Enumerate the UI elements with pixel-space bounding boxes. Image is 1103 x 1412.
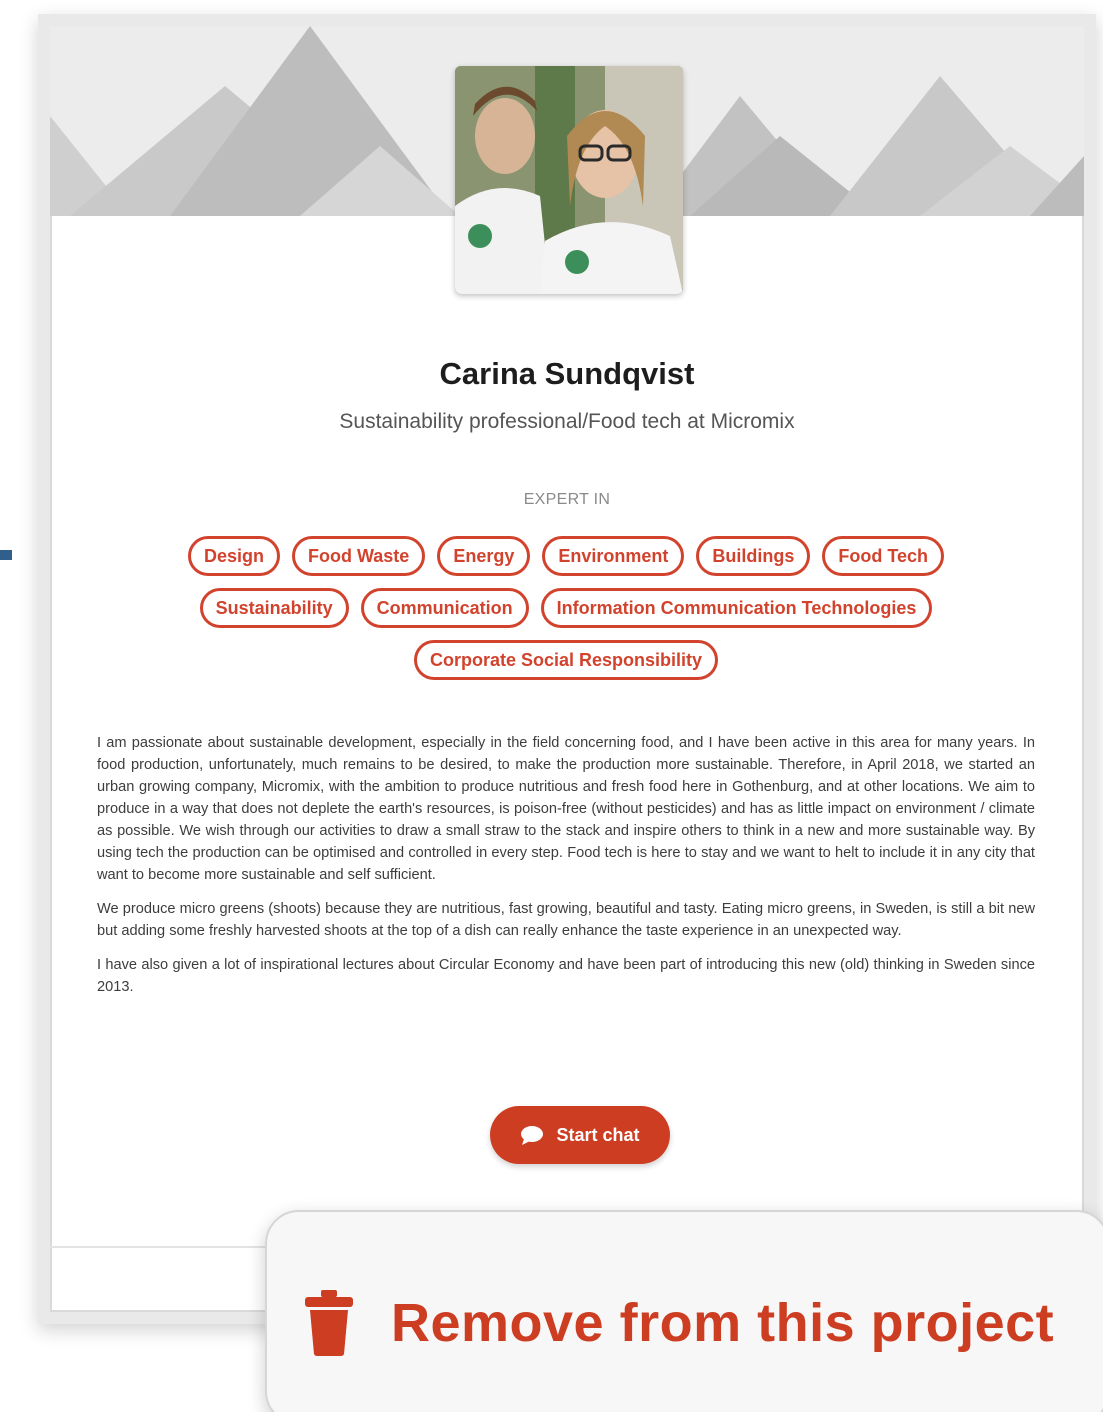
tag-csr[interactable]: Corporate Social Responsibility xyxy=(413,640,719,680)
trash-icon xyxy=(305,1290,353,1356)
tag-energy[interactable]: Energy xyxy=(437,536,531,576)
remove-from-project-label: Remove from this project xyxy=(391,1293,1055,1353)
side-accent xyxy=(0,550,12,560)
bio-paragraph: I am passionate about sustainable develo… xyxy=(97,735,1035,883)
bio-paragraph: We produce micro greens (shoots) because… xyxy=(97,901,1035,939)
tag-food-waste[interactable]: Food Waste xyxy=(291,536,426,576)
tag-food-tech[interactable]: Food Tech xyxy=(822,536,945,576)
tag-buildings[interactable]: Buildings xyxy=(696,536,811,576)
tag-communication[interactable]: Communication xyxy=(360,588,529,628)
profile-headline: Sustainability professional/Food tech at… xyxy=(339,410,795,433)
profile-bio: I am passionate about sustainable develo… xyxy=(97,732,1035,1010)
screenshot-stage: Carina Sundqvist Sustainability professi… xyxy=(0,0,1103,1412)
tag-environment[interactable]: Environment xyxy=(542,536,685,576)
tag-design[interactable]: Design xyxy=(187,536,280,576)
profile-name: Carina Sundqvist xyxy=(439,356,695,391)
start-chat-label: Start chat xyxy=(556,1124,640,1145)
tag-sustainability[interactable]: Sustainability xyxy=(199,588,349,628)
profile-photo-image xyxy=(455,66,683,294)
expert-in-label: EXPERT IN xyxy=(523,491,611,508)
expertise-tags: Design Food Waste Energy Environment Bui… xyxy=(160,536,972,680)
zoom-callout: Remove from this project xyxy=(265,1210,1103,1412)
chat-bubble-icon xyxy=(521,1126,544,1145)
profile-card: Carina Sundqvist Sustainability professi… xyxy=(38,14,1096,1324)
start-chat-button[interactable]: Start chat xyxy=(490,1106,670,1164)
profile-photo xyxy=(455,66,683,294)
bio-paragraph: I have also given a lot of inspirational… xyxy=(97,957,1035,995)
remove-from-project-button[interactable]: Remove from this project xyxy=(303,1290,1054,1356)
tag-ict[interactable]: Information Communication Technologies xyxy=(540,588,933,628)
